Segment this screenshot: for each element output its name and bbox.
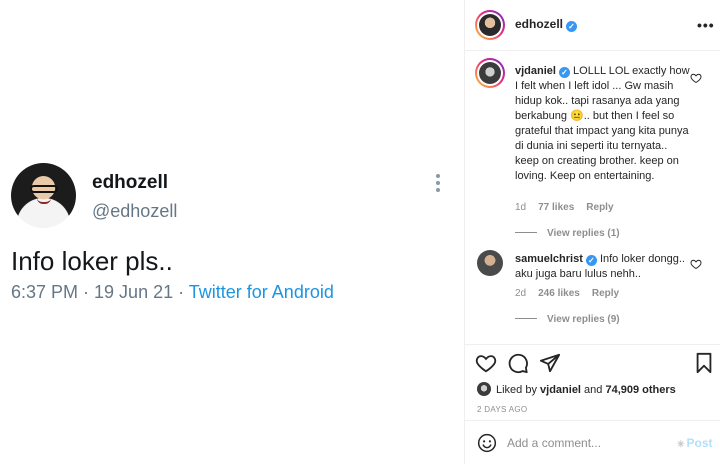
comments-list[interactable]: vjdaniel ✓ LOLLL LOL exactly how I felt w… (465, 52, 720, 344)
post-label[interactable]: Post (687, 436, 713, 450)
comment-meta: 1d 77 likes Reply (515, 202, 626, 213)
post-comment-button[interactable]: ✳ Post (677, 436, 713, 450)
comment-body: samuelchrist ✓ Info loker dongg.. aku jug… (515, 252, 693, 282)
comment-meta: 2d 246 likes Reply (515, 288, 631, 299)
tweet-meta: 6:37 PM · 19 Jun 21 · Twitter for Androi… (11, 282, 334, 303)
comment-body: vjdaniel ✓ LOLLL LOL exactly how I felt w… (515, 64, 693, 184)
verified-badge-icon: ✓ (558, 67, 570, 78)
share-paper-plane-icon[interactable] (539, 352, 561, 374)
loading-spinner-icon: ✳ (677, 439, 685, 449)
verified-badge-icon: ✓ (585, 255, 597, 266)
add-comment-bar: ✳Post (465, 420, 720, 464)
post-timestamp[interactable]: 2 DAYS AGO (477, 405, 527, 414)
commenter-avatar[interactable] (475, 58, 505, 88)
tweet-display-name: edhozell (92, 172, 169, 193)
author-username[interactable]: edhozell ✓ (515, 17, 578, 32)
save-bookmark-icon[interactable] (693, 352, 715, 374)
avatar-glasses (30, 185, 58, 193)
comment-reply-button[interactable]: Reply (586, 202, 613, 213)
tweet-time-date: 6:37 PM · 19 Jun 21 · (11, 282, 189, 302)
liked-by-prefix: Liked by (496, 384, 541, 396)
verified-badge-icon: ✓ (566, 21, 578, 32)
liked-by-others[interactable]: 74,909 others (605, 384, 675, 396)
liker-avatar[interactable] (477, 382, 491, 396)
comment-reply-button[interactable]: Reply (592, 288, 619, 299)
more-options-icon[interactable]: ••• (697, 17, 715, 33)
add-comment-input[interactable] (507, 433, 667, 453)
liked-by-and: and (581, 384, 606, 396)
like-comment-heart-icon[interactable] (690, 72, 702, 84)
comment-age: 1d (515, 202, 527, 213)
post-actions: Liked by vjdaniel and 74,909 others 2 DA… (465, 344, 720, 430)
tweet-handle: @edhozell (92, 201, 178, 221)
like-comment-heart-icon[interactable] (690, 258, 702, 270)
post-side-panel: edhozell ✓ ••• vjdaniel ✓ LOLLL LOL exactl… (464, 0, 720, 464)
emoji-icon[interactable] (477, 433, 497, 453)
tweet-more-icon (432, 174, 444, 194)
comment-text: LOLLL LOL exactly how I felt when I left… (515, 65, 690, 182)
comment-likes[interactable]: 246 likes (538, 288, 580, 299)
liked-by: Liked by vjdaniel and 74,909 others (477, 382, 676, 396)
comment-age: 2d (515, 288, 527, 299)
post-header: edhozell ✓ ••• (465, 0, 720, 51)
commenter-avatar[interactable] (477, 250, 503, 276)
commenter-username[interactable]: samuelchrist (515, 253, 583, 265)
comment-likes[interactable]: 77 likes (538, 202, 574, 213)
view-replies-label[interactable]: View replies (1) (547, 228, 620, 239)
view-replies-button[interactable]: View replies (1) (515, 228, 620, 239)
tweet-avatar (11, 163, 76, 228)
view-replies-button[interactable]: View replies (9) (515, 314, 620, 325)
avatar-smile (37, 198, 51, 204)
tweet-text: Info loker pls.. (11, 246, 173, 276)
view-replies-label[interactable]: View replies (9) (547, 314, 620, 325)
post-image[interactable]: edhozell @edhozell Info loker pls.. 6:37… (0, 0, 464, 464)
like-heart-icon[interactable] (475, 352, 497, 374)
commenter-username[interactable]: vjdaniel (515, 65, 556, 77)
tweet-source: Twitter for Android (188, 282, 334, 302)
liked-by-user[interactable]: vjdaniel (540, 384, 581, 396)
author-avatar[interactable] (475, 10, 505, 40)
author-username-text[interactable]: edhozell (515, 17, 563, 31)
comment-bubble-icon[interactable] (507, 352, 529, 374)
